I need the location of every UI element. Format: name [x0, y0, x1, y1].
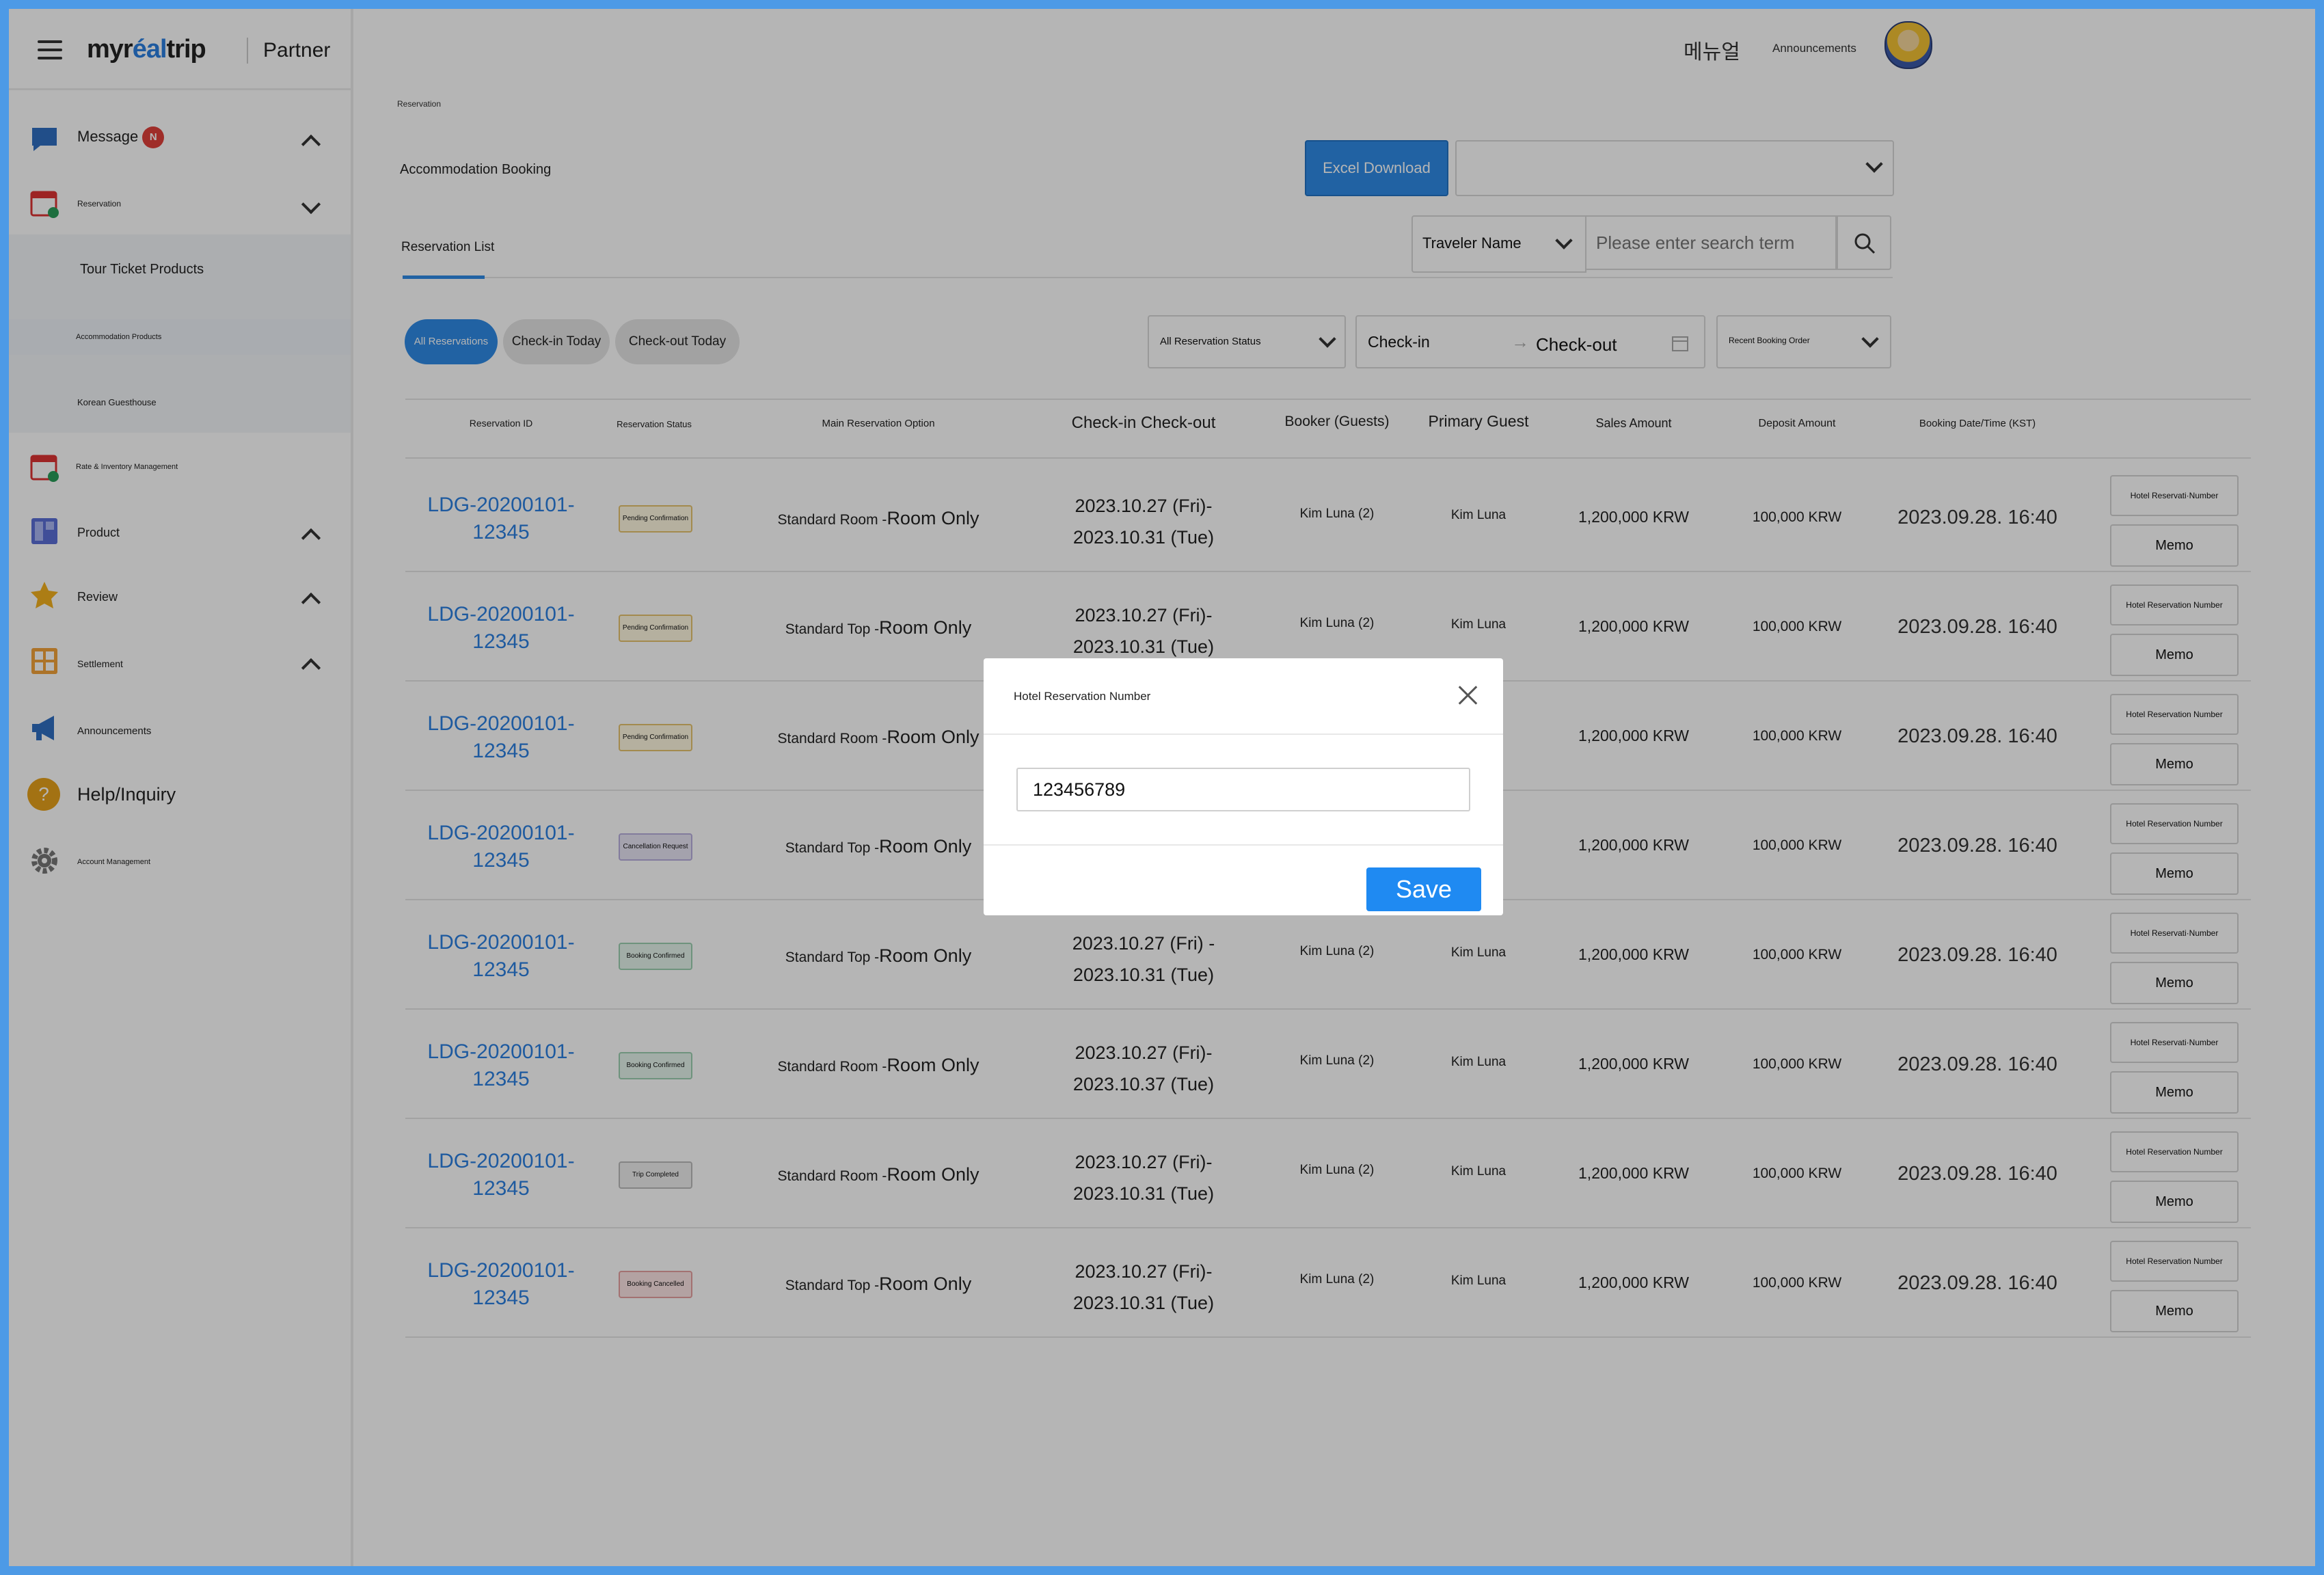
dialog-title: Hotel Reservation Number — [1014, 690, 1151, 703]
close-icon[interactable] — [1451, 679, 1484, 712]
dialog-divider — [984, 733, 1503, 735]
hotel-reservation-number-input[interactable] — [1016, 768, 1470, 811]
hotel-reservation-number-dialog: Hotel Reservation Number Save — [984, 658, 1503, 915]
window-frame: myréaltrip Partner Message N Reservation … — [0, 0, 2324, 1575]
save-button[interactable]: Save — [1366, 867, 1481, 911]
dialog-divider — [984, 844, 1503, 846]
app-root: myréaltrip Partner Message N Reservation … — [9, 9, 2315, 1566]
